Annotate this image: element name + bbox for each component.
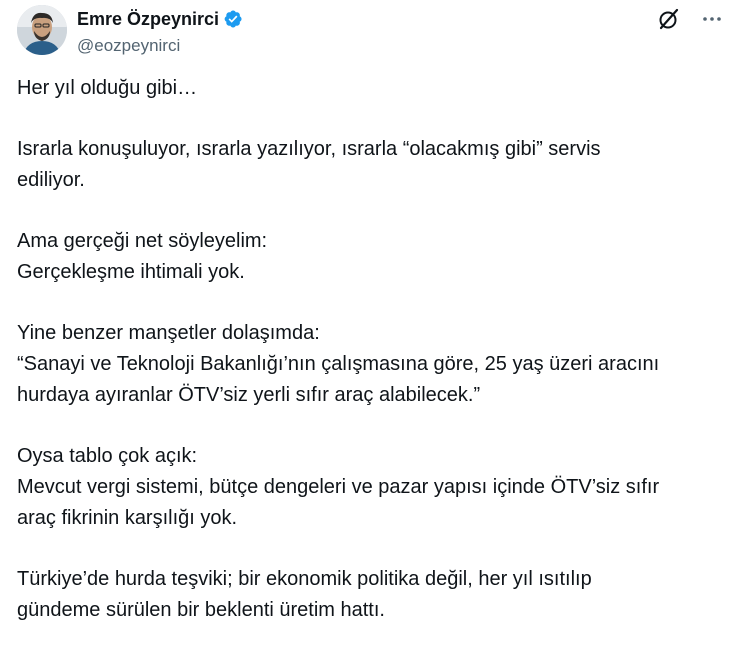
paragraph: Israrla konuşuluyor, ısrarla yazılıyor, …: [17, 134, 717, 196]
tweet: Emre Özpeynirci @eozpeynirci Her yıl old…: [0, 0, 735, 632]
text-line: hurdaya ayıranlar ÖTV’siz yerli sıfır ar…: [17, 384, 481, 406]
tweet-actions: [657, 7, 723, 31]
name-row: Emre Özpeynirci: [77, 8, 243, 30]
text-line: Ama gerçeği net söyleyelim:: [17, 230, 268, 252]
verified-badge-icon: [223, 9, 243, 29]
display-name[interactable]: Emre Özpeynirci: [77, 9, 219, 30]
text-line: araç fikrinin karşılığı yok.: [17, 507, 238, 529]
paragraph: Türkiye’de hurda teşviki; bir ekonomik p…: [17, 564, 717, 626]
text-line: Oysa tablo çok açık:: [17, 445, 198, 467]
text-line: Türkiye’de hurda teşviki; bir ekonomik p…: [17, 568, 592, 590]
text-line: Gerçekleşme ihtimali yok.: [17, 261, 245, 283]
tweet-text: Her yıl olduğu gibi… Israrla konuşuluyor…: [17, 73, 717, 656]
avatar-photo: [17, 5, 67, 55]
grok-icon[interactable]: [657, 7, 681, 31]
avatar[interactable]: [17, 5, 67, 55]
tweet-header: Emre Özpeynirci @eozpeynirci: [17, 5, 723, 57]
paragraph: Ama gerçeği net söyleyelim: Gerçekleşme …: [17, 226, 717, 288]
paragraph: Oysa tablo çok açık: Mevcut vergi sistem…: [17, 441, 717, 534]
text-line: Yine benzer manşetler dolaşımda:: [17, 322, 320, 344]
text-line: ediliyor.: [17, 169, 85, 191]
more-icon[interactable]: [701, 8, 723, 30]
handle[interactable]: @eozpeynirci: [77, 36, 243, 56]
paragraph: Yine benzer manşetler dolaşımda: “Sanayi…: [17, 318, 717, 411]
text-line: Her yıl olduğu gibi…: [17, 77, 198, 99]
author-info: Emre Özpeynirci @eozpeynirci: [77, 8, 243, 56]
paragraph: Her yıl olduğu gibi…: [17, 73, 717, 104]
text-line: gündeme sürülen bir beklenti üretim hatt…: [17, 599, 385, 621]
text-line: Israrla konuşuluyor, ısrarla yazılıyor, …: [17, 138, 601, 160]
text-line: Mevcut vergi sistemi, bütçe dengeleri ve…: [17, 476, 660, 498]
text-line: “Sanayi ve Teknoloji Bakanlığı’nın çalış…: [17, 353, 660, 375]
